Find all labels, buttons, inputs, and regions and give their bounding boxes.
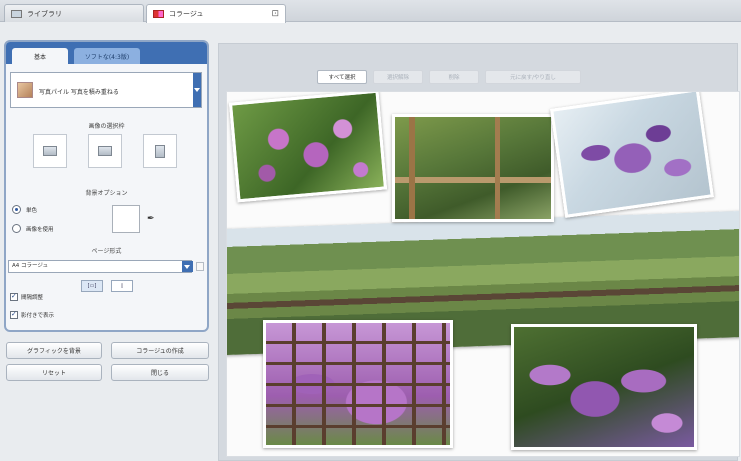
- background-color-swatch[interactable]: [112, 205, 140, 233]
- tab-soft[interactable]: ソフトな(4:3版): [74, 48, 140, 64]
- reset-button[interactable]: リセット: [6, 364, 102, 381]
- square-icon: [98, 146, 112, 156]
- reset-label: リセット: [41, 370, 66, 377]
- deselect-button[interactable]: 選択解除: [373, 70, 423, 84]
- orientation-title: 画像の選択枠: [88, 123, 125, 130]
- page-landscape-icon: [▭]: [87, 283, 97, 289]
- delete-button[interactable]: 削除: [429, 70, 479, 84]
- radio-solid-color-label: 単色: [26, 207, 38, 214]
- graphic-background-button[interactable]: グラフィックを背景: [6, 342, 102, 359]
- page-format-select[interactable]: A4 コラージュ: [8, 260, 192, 273]
- top-tab-bar: ライブラリ コラージュ ⊡: [0, 0, 741, 23]
- undo-redo-button[interactable]: 元に戻す/やり直し: [485, 70, 581, 84]
- graphic-background-label: グラフィックを背景: [27, 348, 81, 355]
- close-label: 閉じる: [150, 370, 169, 377]
- undo-redo-label: 元に戻す/やり直し: [510, 75, 556, 81]
- tab-library-label: ライブラリ: [27, 9, 62, 18]
- background-options-title: 背景オプション: [85, 190, 128, 197]
- select-all-label: すべて選択: [328, 75, 356, 81]
- checkbox-spacing-label: 間隔調整: [21, 295, 44, 301]
- orientation-landscape-button[interactable]: [33, 134, 67, 168]
- chevron-down-icon[interactable]: [182, 261, 193, 272]
- tab-collage[interactable]: コラージュ ⊡: [146, 4, 286, 23]
- radio-use-image-label: 画像を使用: [26, 226, 54, 233]
- page-portrait-toggle[interactable]: ▯: [111, 280, 133, 292]
- collage-photo-wisteria-arbor[interactable]: [263, 320, 453, 448]
- collage-photo-trellis[interactable]: [392, 114, 554, 222]
- page-format-value: A4 コラージュ: [12, 263, 49, 269]
- library-icon: [11, 9, 22, 18]
- orientation-square-button[interactable]: [88, 134, 122, 168]
- page-landscape-toggle[interactable]: [▭]: [81, 280, 103, 292]
- deselect-label: 選択解除: [386, 75, 409, 81]
- collage-photo-wisteria-closeup[interactable]: [228, 92, 388, 203]
- layout-preset-dropdown[interactable]: 写真パイル 写真を積み重ねる: [10, 72, 202, 108]
- chevron-down-icon[interactable]: [193, 73, 201, 107]
- create-collage-button[interactable]: コラージュの作成: [111, 342, 209, 359]
- collage-settings-panel: 基本 ソフトな(4:3版) 写真パイル 写真を積み重ねる 画像の選択枠 背景オプ…: [4, 40, 209, 332]
- preset-thumbnail-icon: [17, 82, 33, 98]
- eyedropper-icon[interactable]: ✒: [147, 214, 155, 224]
- preset-label: 写真パイル 写真を積み重ねる: [39, 89, 119, 96]
- portrait-icon: [155, 144, 165, 158]
- canvas-toolbar: すべて選択 選択解除 削除 元に戻す/やり直し: [317, 70, 581, 84]
- radio-solid-color[interactable]: 単色: [12, 205, 37, 214]
- tab-soft-label: ソフトな(4:3版): [84, 53, 130, 61]
- tab-collage-label: コラージュ: [169, 10, 204, 18]
- tab-library[interactable]: ライブラリ: [4, 4, 144, 22]
- checkbox-shadow[interactable]: 影付きで表示: [10, 310, 55, 319]
- orientation-portrait-button[interactable]: [143, 134, 177, 168]
- tab-basic[interactable]: 基本: [12, 48, 68, 64]
- page-format-title: ページ形式: [91, 248, 122, 255]
- collage-canvas[interactable]: [226, 91, 740, 457]
- radio-button[interactable]: [12, 205, 21, 214]
- checkbox-shadow-label: 影付きで表示: [21, 313, 55, 319]
- close-icon[interactable]: ⊡: [271, 9, 279, 19]
- page-portrait-icon: ▯: [120, 283, 124, 289]
- radio-use-image[interactable]: 画像を使用: [12, 224, 54, 233]
- collage-photo-wisteria-garden[interactable]: [511, 324, 697, 450]
- radio-button[interactable]: [12, 224, 21, 233]
- checkbox[interactable]: [10, 310, 18, 319]
- collage-icon: [153, 10, 164, 18]
- select-all-button[interactable]: すべて選択: [317, 70, 367, 84]
- delete-label: 削除: [448, 75, 460, 81]
- close-button[interactable]: 閉じる: [111, 364, 209, 381]
- landscape-icon: [43, 146, 57, 156]
- page-format-option-box[interactable]: [196, 262, 204, 271]
- create-collage-label: コラージュの作成: [136, 348, 184, 355]
- checkbox-spacing[interactable]: 間隔調整: [10, 292, 44, 301]
- panel-tab-strip: 基本 ソフトな(4:3版): [6, 42, 207, 64]
- collage-photo-wisteria-cluster[interactable]: [550, 92, 714, 218]
- tab-basic-label: 基本: [33, 53, 46, 61]
- checkbox[interactable]: [10, 292, 18, 301]
